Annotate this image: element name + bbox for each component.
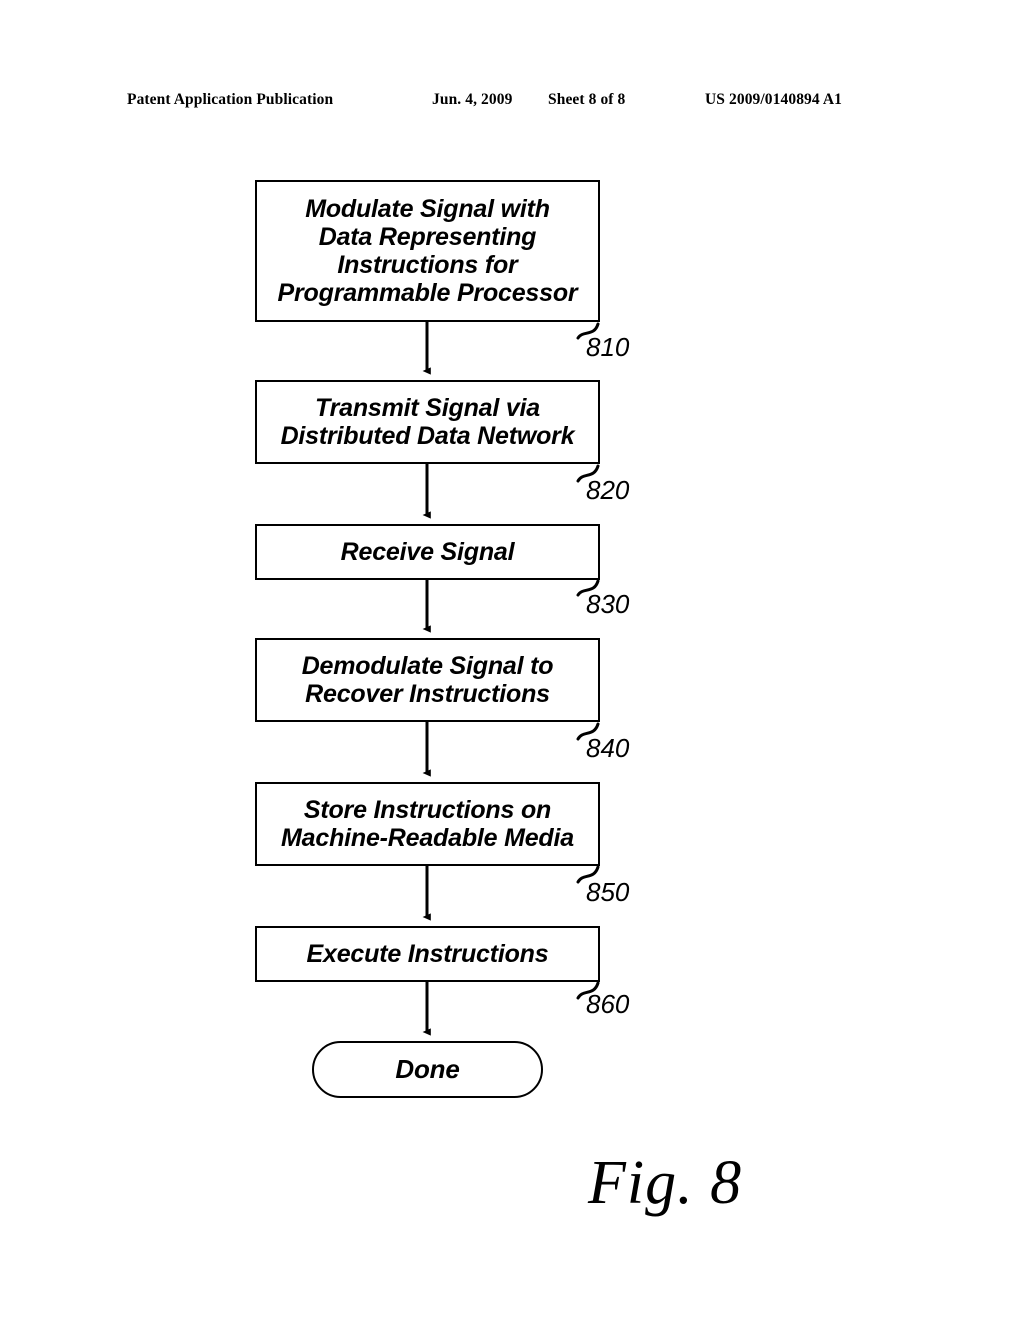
reference-numeral-840: 840 — [586, 733, 630, 763]
process-box-850[interactable]: Store Instructions on Machine-Readable M… — [255, 782, 600, 866]
process-box-840-label: Demodulate Signal to Recover Instruction… — [301, 652, 554, 708]
process-box-810[interactable]: Modulate Signal with Data Representing I… — [255, 180, 600, 322]
process-box-830[interactable]: Receive Signal — [255, 524, 600, 580]
process-box-820[interactable]: Transmit Signal via Distributed Data Net… — [255, 380, 600, 464]
reference-numeral-810: 810 — [586, 332, 630, 362]
terminal-node-done-label: Done — [395, 1053, 460, 1084]
reference-numeral-860: 860 — [586, 989, 630, 1019]
patent-drawing-page: Patent Application Publication Jun. 4, 2… — [0, 0, 1024, 1320]
process-box-820-label: Transmit Signal via Distributed Data Net… — [280, 394, 575, 450]
figure-caption: Fig. 8 — [588, 1149, 743, 1217]
process-box-840[interactable]: Demodulate Signal to Recover Instruction… — [255, 638, 600, 722]
process-box-860[interactable]: Execute Instructions — [255, 926, 600, 982]
reference-numeral-820: 820 — [586, 475, 630, 505]
process-box-830-label: Receive Signal — [340, 538, 515, 566]
terminal-node-done[interactable]: Done — [312, 1041, 543, 1098]
process-box-860-label: Execute Instructions — [306, 940, 549, 968]
reference-numeral-850: 850 — [586, 877, 630, 907]
process-box-850-label: Store Instructions on Machine-Readable M… — [281, 796, 574, 852]
reference-numeral-830: 830 — [586, 589, 630, 619]
process-box-810-label: Modulate Signal with Data Representing I… — [277, 195, 578, 307]
